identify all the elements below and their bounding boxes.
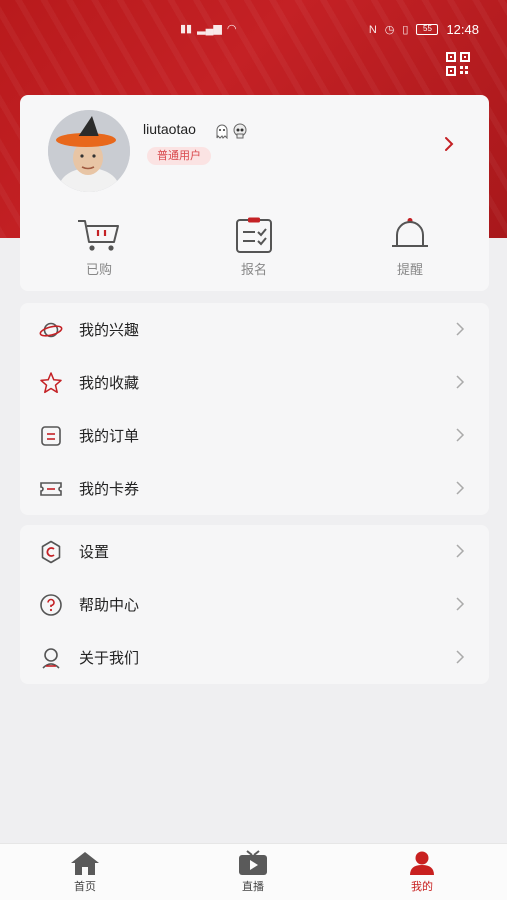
status-network: ▮▮ ▂▄▆ ◠	[180, 22, 236, 35]
menu-item-label: 我的卡券	[79, 480, 140, 498]
status-time: 12:48	[446, 22, 479, 37]
menu-item-label: 我的兴趣	[79, 321, 140, 339]
menu-item-about[interactable]: 关于我们	[20, 631, 489, 684]
menu-group-system: 设置 帮助中心 关于我们	[20, 525, 489, 684]
nav-label: 首页	[74, 880, 96, 893]
username: liutaotao	[143, 121, 196, 137]
menu-item-orders[interactable]: 我的订单	[20, 409, 489, 462]
menu-group-account: 我的兴趣 我的收藏 我的订单 我的卡券	[20, 303, 489, 515]
chevron-right-icon	[456, 650, 465, 664]
shortcut-reminder[interactable]: 提醒	[370, 217, 450, 278]
user-level-badge: 普通用户	[147, 147, 211, 165]
nfc-icon: N	[368, 23, 377, 36]
settings-icon	[41, 540, 61, 564]
order-icon	[41, 426, 61, 446]
menu-item-favorites[interactable]: 我的收藏	[20, 356, 489, 409]
bottom-nav: 首页 直播 我的	[0, 843, 507, 900]
shortcut-purchased[interactable]: 已购	[59, 217, 139, 278]
help-icon	[40, 594, 62, 616]
chevron-right-icon	[456, 544, 465, 558]
chevron-right-icon	[456, 481, 465, 495]
menu-item-label: 关于我们	[79, 649, 140, 667]
ghost-icon	[216, 124, 228, 139]
shortcut-label: 提醒	[396, 263, 423, 278]
nav-label: 我的	[411, 880, 433, 893]
user-icon	[410, 851, 434, 875]
clipboard-icon	[236, 217, 272, 253]
menu-item-label: 帮助中心	[79, 596, 140, 614]
tv-icon	[239, 850, 267, 875]
wifi-icon: ◠	[226, 23, 237, 35]
qr-code-icon[interactable]	[446, 52, 470, 76]
coupon-icon	[40, 482, 62, 496]
bell-icon	[392, 218, 428, 247]
profile-card: liutaotao 普通用户 已购 报名 提醒	[20, 95, 489, 291]
status-system: N ◷ ▯ 55 12:48	[369, 22, 479, 37]
sim-icon: ▮▮	[180, 23, 193, 35]
menu-item-label: 我的收藏	[79, 374, 140, 392]
chevron-right-icon	[456, 428, 465, 442]
menu-item-settings[interactable]: 设置	[20, 525, 489, 578]
about-icon	[42, 648, 60, 669]
vibrate-icon: ▯	[402, 24, 409, 36]
alarm-icon: ◷	[384, 24, 395, 36]
menu-item-label: 设置	[79, 543, 110, 561]
avatar[interactable]	[48, 110, 130, 192]
planet-icon	[39, 322, 63, 338]
home-icon	[71, 852, 99, 875]
nav-home[interactable]: 首页	[50, 850, 120, 894]
nav-mine[interactable]: 我的	[387, 850, 457, 894]
skull-icon	[233, 123, 247, 139]
chevron-right-icon	[456, 322, 465, 336]
star-icon	[40, 372, 62, 394]
shortcut-label: 已购	[85, 263, 112, 278]
menu-item-label: 我的订单	[79, 427, 140, 445]
menu-item-help[interactable]: 帮助中心	[20, 578, 489, 631]
username-emojis	[214, 123, 248, 139]
cart-icon	[78, 220, 119, 251]
chevron-right-icon	[456, 375, 465, 389]
status-bar: ▮▮ ▂▄▆ ◠ N ◷ ▯ 55 12:48	[0, 18, 507, 42]
avatar-image	[48, 110, 130, 192]
nav-label: 直播	[242, 880, 264, 893]
nav-live[interactable]: 直播	[218, 850, 288, 894]
shortcut-label: 报名	[240, 263, 267, 278]
signal-icon: ▂▄▆	[197, 23, 222, 35]
chevron-right-icon	[456, 597, 465, 611]
menu-item-coupons[interactable]: 我的卡券	[20, 462, 489, 515]
chevron-right-icon[interactable]	[440, 135, 458, 153]
battery-icon: 55	[416, 24, 439, 35]
shortcut-signup[interactable]: 报名	[214, 217, 294, 278]
menu-item-interests[interactable]: 我的兴趣	[20, 303, 489, 356]
